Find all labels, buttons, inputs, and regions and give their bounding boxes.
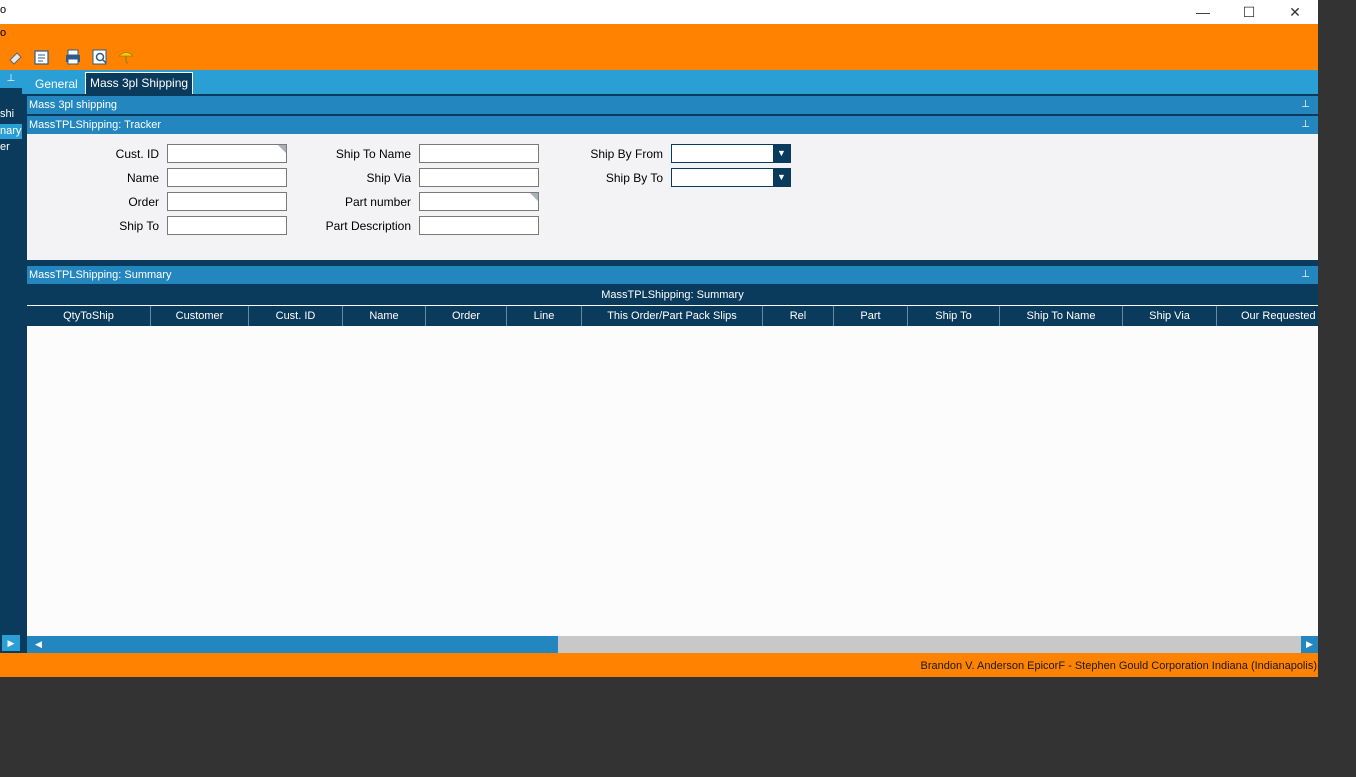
tab-strip: General Mass 3pl Shipping	[22, 70, 1318, 94]
column-header[interactable]: Order	[426, 306, 507, 326]
part-description-label: Part Description	[325, 219, 411, 233]
order-label: Order	[128, 195, 159, 209]
scroll-right-icon[interactable]: ▶	[1301, 636, 1318, 653]
column-header[interactable]: This Order/Part Pack Slips	[582, 306, 763, 326]
column-header[interactable]: Ship To Name	[1000, 306, 1123, 326]
eraser-icon[interactable]	[7, 48, 25, 66]
nav-item-summary[interactable]: nary	[0, 124, 22, 139]
part-description-field[interactable]	[419, 216, 539, 235]
close-button[interactable]: ✕	[1272, 0, 1318, 24]
order-field[interactable]	[167, 192, 287, 211]
column-header[interactable]: QtyToShip	[27, 306, 151, 326]
grid-title: MassTPLShipping: Summary	[27, 285, 1318, 305]
name-label: Name	[126, 171, 159, 185]
column-header[interactable]: Part	[834, 306, 908, 326]
horizontal-scrollbar[interactable]: ◀ ▶	[27, 636, 1318, 653]
toolbar: o	[0, 24, 1318, 70]
nav-expand-arrow-icon[interactable]: ▶	[2, 635, 20, 651]
maximize-button[interactable]: ☐	[1226, 0, 1272, 24]
panel-title-mass-3pl: Mass 3pl shipping	[29, 99, 118, 111]
window-title: o	[0, 4, 7, 16]
column-header[interactable]: Rel	[763, 306, 834, 326]
ship-to-field[interactable]	[167, 216, 287, 235]
column-header[interactable]: Our Requested	[1217, 306, 1318, 326]
nav-item-tracker[interactable]: er	[0, 140, 22, 155]
ship-to-name-label: Ship To Name	[335, 147, 411, 161]
column-header[interactable]: Name	[343, 306, 426, 326]
column-header[interactable]: Ship Via	[1123, 306, 1217, 326]
print-preview-icon[interactable]	[91, 48, 109, 66]
ship-by-from-dropdown[interactable]: ▼	[671, 144, 791, 163]
left-navigation: ⊥ shi nary er ▶	[0, 70, 22, 653]
part-number-label: Part number	[344, 195, 411, 209]
ship-by-to-label: Ship By To	[605, 171, 663, 185]
status-text: Brandon V. Anderson EpicorF - Stephen Go…	[920, 660, 1317, 672]
ship-by-to-dropdown[interactable]: ▼	[671, 168, 791, 187]
panel-title-summary: MassTPLShipping: Summary	[29, 269, 172, 281]
column-header[interactable]: Line	[507, 306, 582, 326]
ship-via-label: Ship Via	[366, 171, 411, 185]
print-icon[interactable]	[64, 48, 82, 66]
ship-via-field[interactable]	[419, 168, 539, 187]
app-window: o — ☐ ✕ o ⊥ shi nary er ▶ General Mass 3…	[0, 0, 1318, 677]
main-content: General Mass 3pl Shipping Mass 3pl shipp…	[22, 70, 1318, 653]
cust-id-field[interactable]	[167, 144, 287, 163]
tracker-panel: Cust. ID Name Order Ship To Ship To Name…	[27, 134, 1318, 260]
help-icon[interactable]	[117, 48, 135, 66]
summary-grid: MassTPLShipping: Summary QtyToShip Custo…	[27, 285, 1318, 637]
panel-header-mass-3pl[interactable]: Mass 3pl shipping ⊥	[27, 96, 1318, 114]
status-bar: Brandon V. Anderson EpicorF - Stephen Go…	[0, 653, 1318, 677]
ship-to-label: Ship To	[119, 219, 159, 233]
chevron-down-icon[interactable]: ▼	[773, 145, 790, 162]
nav-pin-icon[interactable]: ⊥	[0, 70, 22, 88]
chevron-down-icon[interactable]: ▼	[773, 169, 790, 186]
nav-item-ship[interactable]: shi	[0, 107, 22, 122]
tab-general[interactable]: General	[27, 74, 86, 94]
minimize-button[interactable]: —	[1180, 0, 1226, 24]
panel-title-tracker: MassTPLShipping: Tracker	[29, 119, 162, 131]
column-header[interactable]: Ship To	[908, 306, 1000, 326]
panel-header-tracker[interactable]: MassTPLShipping: Tracker ⊥	[27, 116, 1318, 134]
name-field[interactable]	[167, 168, 287, 187]
scrollbar-thumb[interactable]	[27, 636, 558, 653]
grid-column-headers: QtyToShip Customer Cust. ID Name Order L…	[27, 306, 1318, 326]
tab-mass-3pl-shipping[interactable]: Mass 3pl Shipping	[85, 72, 194, 94]
ship-to-name-field[interactable]	[419, 144, 539, 163]
panel-header-summary[interactable]: MassTPLShipping: Summary ⊥	[27, 266, 1318, 284]
title-bar: o — ☐ ✕	[0, 0, 1318, 24]
scroll-left-icon[interactable]: ◀	[30, 636, 47, 653]
pin-icon[interactable]: ⊥	[1301, 96, 1310, 114]
column-header[interactable]: Cust. ID	[249, 306, 343, 326]
pin-icon[interactable]: ⊥	[1301, 266, 1310, 284]
menu-fragment: o	[0, 27, 7, 39]
part-number-field[interactable]	[419, 192, 539, 211]
edit-icon[interactable]	[33, 48, 51, 66]
column-header[interactable]: Customer	[151, 306, 249, 326]
pin-icon[interactable]: ⊥	[1301, 116, 1310, 134]
ship-by-from-label: Ship By From	[590, 147, 663, 161]
cust-id-label: Cust. ID	[115, 147, 159, 161]
